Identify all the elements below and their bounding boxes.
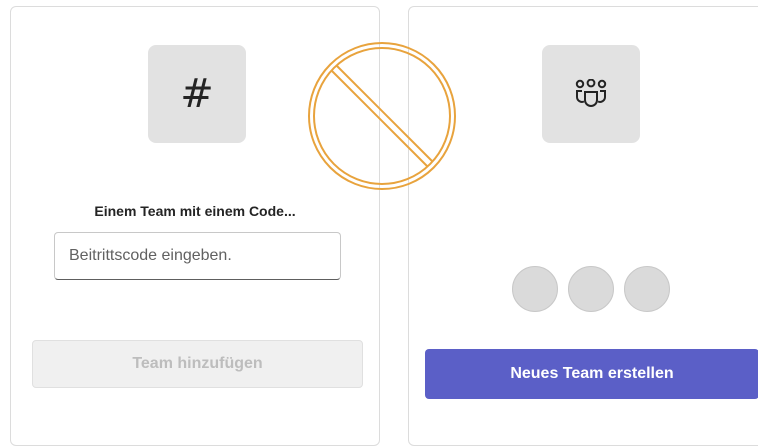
- join-card-title: Einem Team mit einem Code...: [94, 203, 296, 219]
- create-team-button[interactable]: Neues Team erstellen: [425, 349, 758, 399]
- create-team-card: Neues Team erstellen: [408, 6, 758, 446]
- people-team-icon: [575, 79, 607, 107]
- avatar-placeholder: [624, 266, 670, 312]
- hash-icon: #: [180, 71, 214, 117]
- avatar-placeholder: [568, 266, 614, 312]
- join-code-input[interactable]: [54, 232, 341, 280]
- create-icon-tile: [542, 45, 640, 143]
- no-sign-icon: [308, 42, 456, 190]
- join-icon-tile: #: [148, 45, 246, 143]
- add-team-button[interactable]: Team hinzufügen: [32, 340, 363, 388]
- avatar-placeholder: [512, 266, 558, 312]
